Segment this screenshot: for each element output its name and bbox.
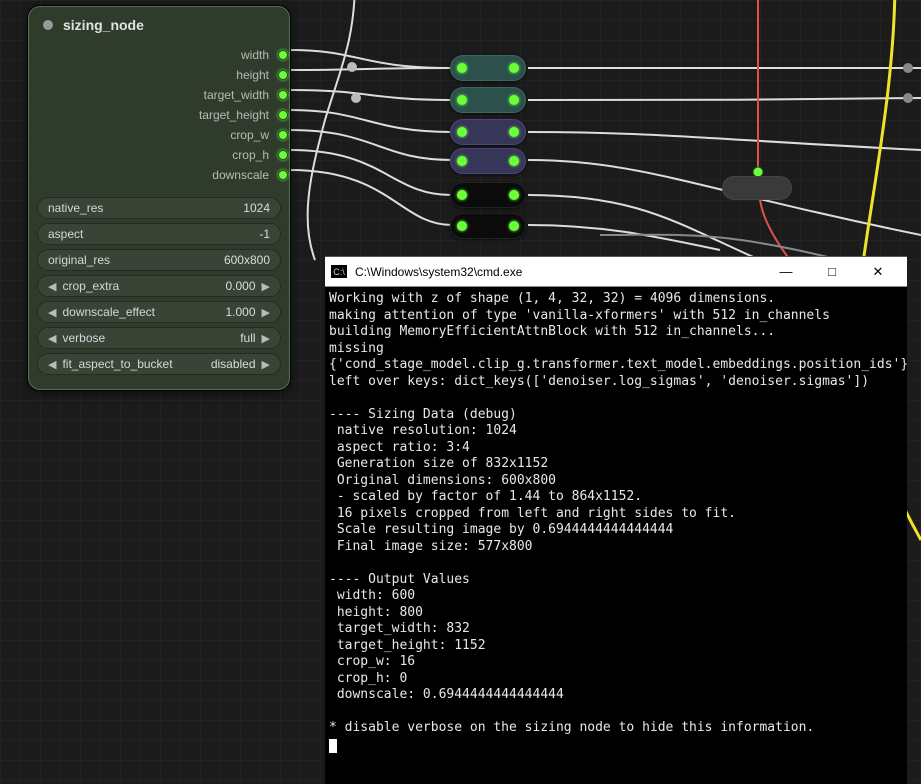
cmd-title-text: C:\Windows\system32\cmd.exe [355, 265, 522, 279]
prop-aspect[interactable]: aspect -1 [37, 223, 281, 245]
port-dot-icon[interactable] [278, 90, 288, 100]
remote-node-6[interactable] [450, 213, 526, 239]
prop-fit-aspect-to-bucket[interactable]: ◀ fit_aspect_to_bucket disabled ▶ [37, 353, 281, 375]
port-dot-icon[interactable] [278, 130, 288, 140]
remote-node-5[interactable] [450, 182, 526, 208]
port-dot-icon[interactable] [278, 110, 288, 120]
remote-node-2[interactable] [450, 87, 526, 113]
chevron-right-icon[interactable]: ▶ [262, 358, 270, 371]
prop-native-res[interactable]: native_res 1024 [37, 197, 281, 219]
port-height[interactable]: height [35, 65, 283, 85]
remote-node-3[interactable] [450, 119, 526, 145]
chevron-right-icon[interactable]: ▶ [262, 280, 270, 293]
port-crop-w[interactable]: crop_w [35, 125, 283, 145]
cmd-output[interactable]: Working with z of shape (1, 4, 32, 32) =… [325, 287, 907, 784]
close-button[interactable]: ✕ [855, 257, 901, 287]
remote-node-1[interactable] [450, 55, 526, 81]
chevron-left-icon[interactable]: ◀ [48, 358, 56, 371]
prop-original-res[interactable]: original_res 600x800 [37, 249, 281, 271]
cmd-icon: C:\ [331, 265, 347, 278]
chevron-right-icon[interactable]: ▶ [262, 306, 270, 319]
cmd-window[interactable]: C:\ C:\Windows\system32\cmd.exe — □ ✕ Wo… [325, 256, 907, 784]
node-title-text: sizing_node [63, 17, 144, 33]
port-dot-icon[interactable] [278, 70, 288, 80]
node-output-ports: width height target_width target_height … [29, 41, 289, 191]
close-icon: ✕ [873, 264, 884, 280]
minimize-icon: — [780, 264, 793, 279]
chevron-left-icon[interactable]: ◀ [48, 332, 56, 345]
port-width[interactable]: width [35, 45, 283, 65]
ghost-node[interactable] [722, 176, 792, 200]
chevron-left-icon[interactable]: ◀ [48, 306, 56, 319]
port-dot-icon[interactable] [278, 150, 288, 160]
node-properties: native_res 1024 aspect -1 original_res 6… [29, 191, 289, 389]
port-target-height[interactable]: target_height [35, 105, 283, 125]
cmd-titlebar[interactable]: C:\ C:\Windows\system32\cmd.exe — □ ✕ [325, 257, 907, 287]
node-collapse-dot-icon[interactable] [43, 20, 53, 30]
chevron-left-icon[interactable]: ◀ [48, 280, 56, 293]
node-title-bar[interactable]: sizing_node [29, 7, 289, 41]
port-crop-h[interactable]: crop_h [35, 145, 283, 165]
remote-node-4[interactable] [450, 148, 526, 174]
maximize-button[interactable]: □ [809, 257, 855, 287]
cursor-icon [329, 739, 337, 753]
port-target-width[interactable]: target_width [35, 85, 283, 105]
port-downscale[interactable]: downscale [35, 165, 283, 185]
maximize-icon: □ [828, 264, 836, 279]
prop-verbose[interactable]: ◀ verbose full ▶ [37, 327, 281, 349]
prop-crop-extra[interactable]: ◀ crop_extra 0.000 ▶ [37, 275, 281, 297]
port-dot-icon[interactable] [278, 50, 288, 60]
minimize-button[interactable]: — [763, 257, 809, 287]
port-dot-icon[interactable] [278, 170, 288, 180]
prop-downscale-effect[interactable]: ◀ downscale_effect 1.000 ▶ [37, 301, 281, 323]
sizing-node[interactable]: sizing_node width height target_width ta… [28, 6, 290, 390]
chevron-right-icon[interactable]: ▶ [262, 332, 270, 345]
